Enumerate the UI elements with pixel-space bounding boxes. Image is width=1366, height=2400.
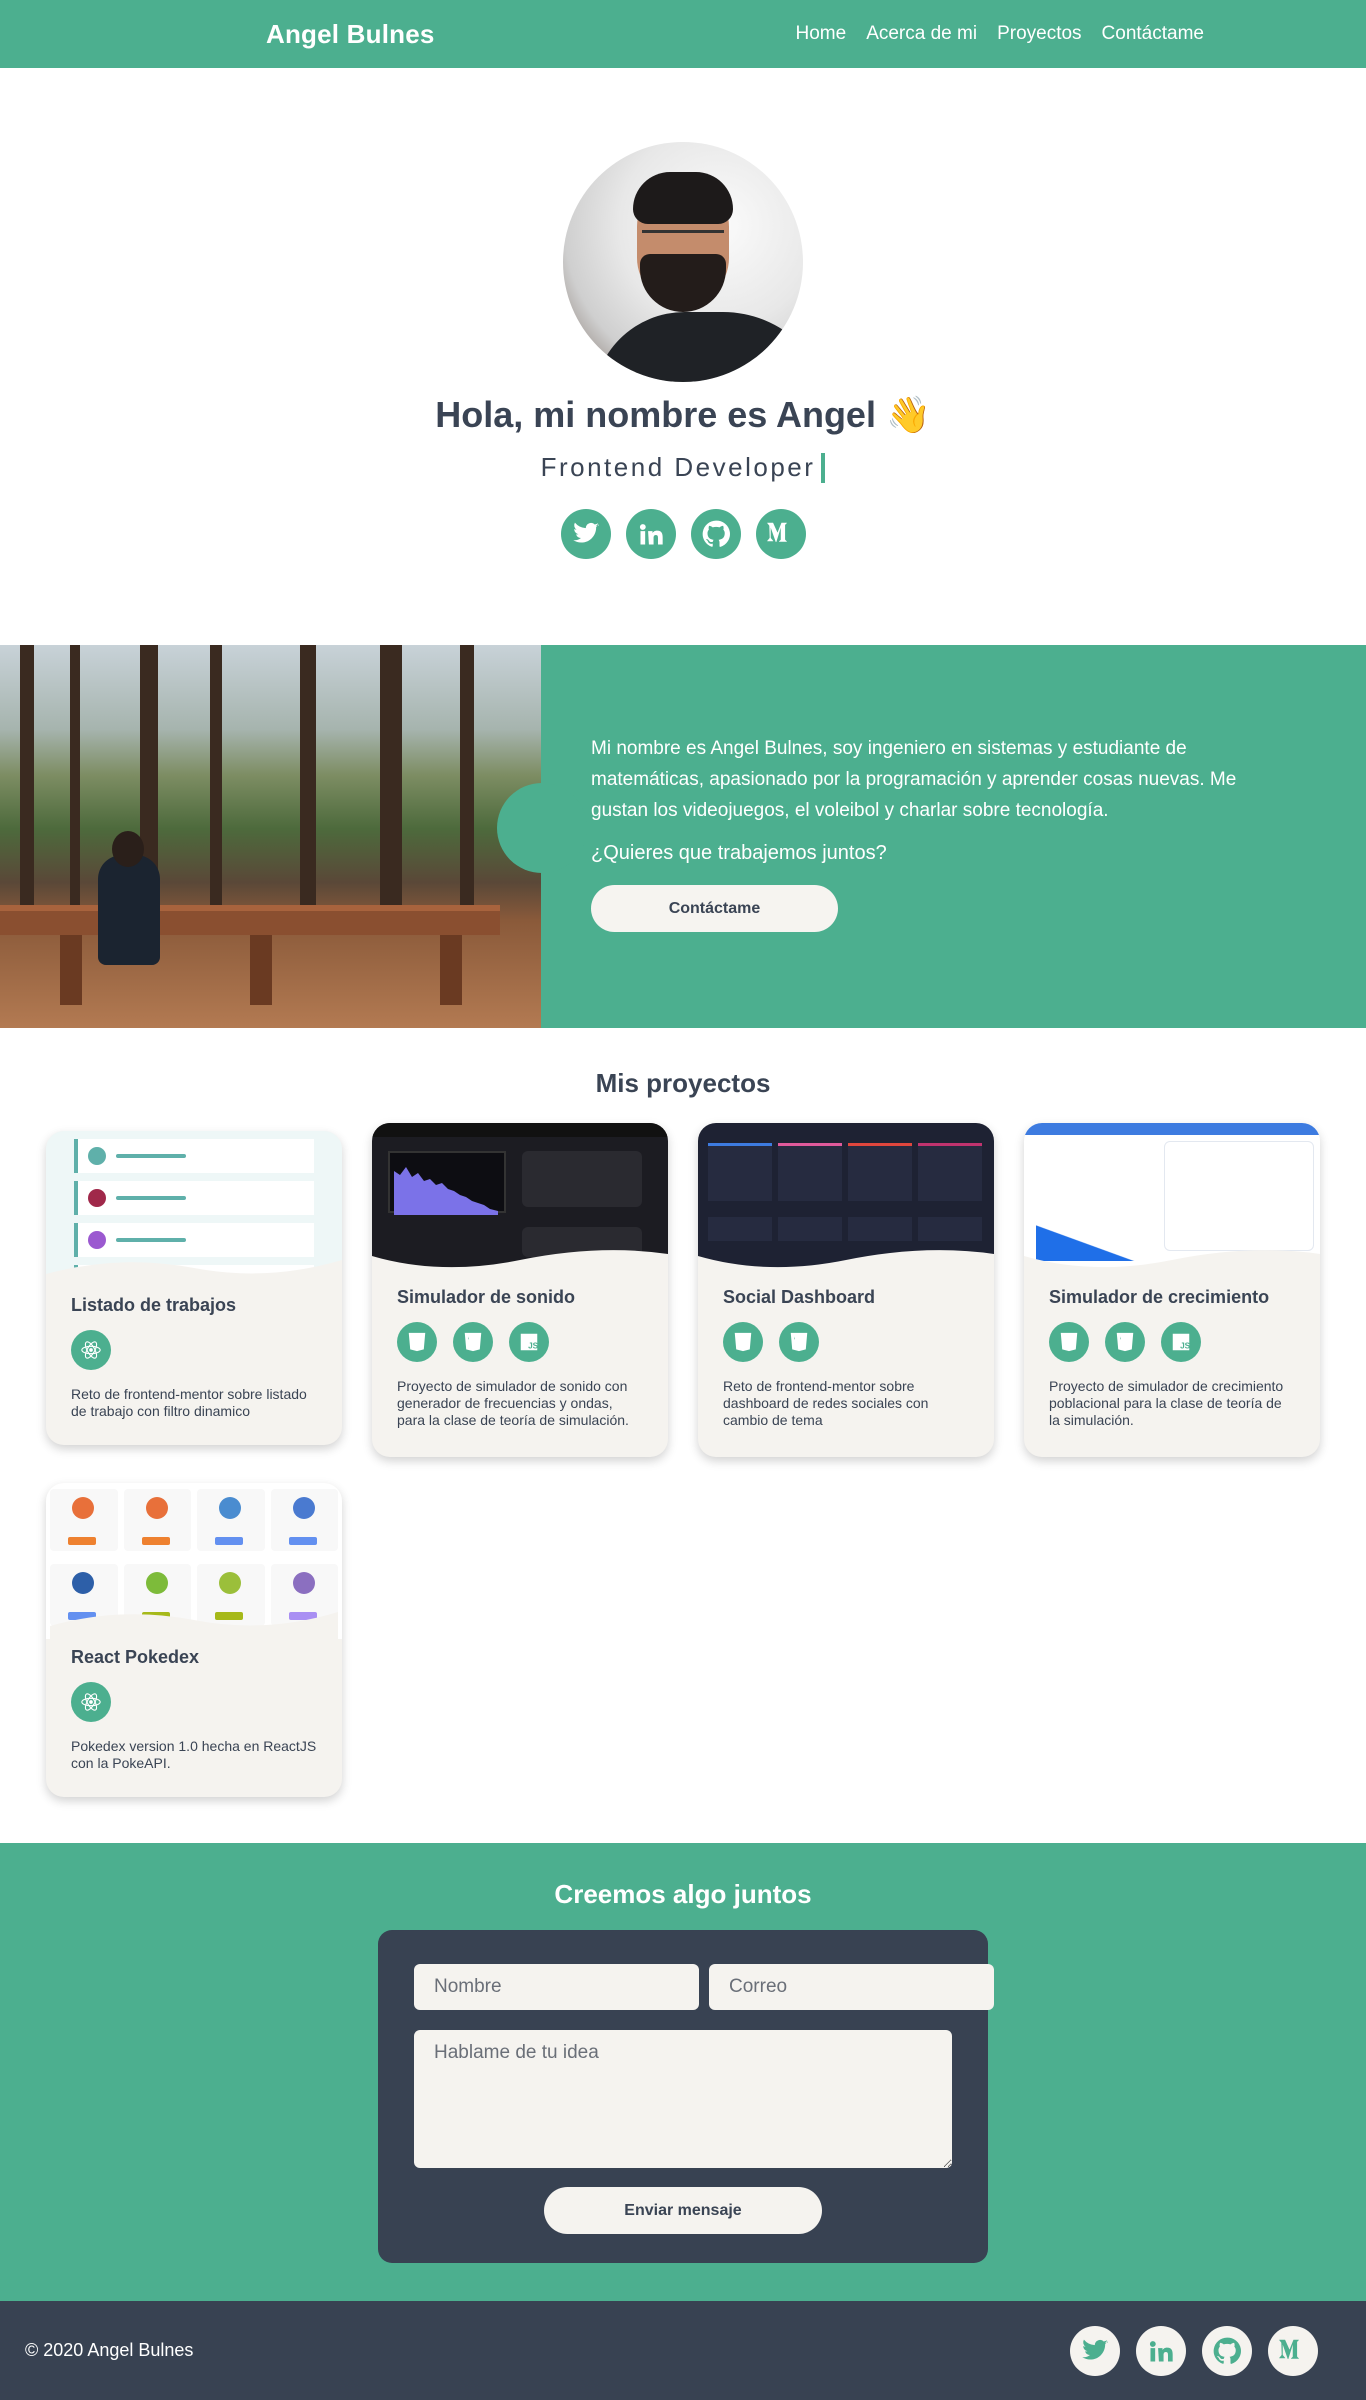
project-title: React Pokedex bbox=[71, 1647, 200, 1667]
project-card-crecimiento[interactable]: Simulador de crecimiento Proyecto de sim… bbox=[1024, 1123, 1320, 1457]
js-icon bbox=[1161, 1322, 1201, 1362]
project-title: Simulador de sonido bbox=[397, 1287, 576, 1307]
profile-avatar bbox=[563, 142, 803, 382]
project-description: Proyecto de simulador de crecimiento pob… bbox=[1049, 1378, 1284, 1428]
html5-icon bbox=[723, 1322, 763, 1362]
about-paragraph: Mi nombre es Angel Bulnes, soy ingeniero… bbox=[591, 738, 1237, 821]
medium-icon[interactable] bbox=[1268, 2325, 1318, 2376]
hero-social-links bbox=[560, 509, 806, 559]
project-thumbnail bbox=[372, 1123, 668, 1279]
html5-icon bbox=[397, 1322, 437, 1362]
brand-logo[interactable]: Angel Bulnes bbox=[266, 19, 435, 50]
project-thumbnail bbox=[46, 1483, 342, 1639]
project-thumbnail bbox=[698, 1123, 994, 1279]
copyright-text: © 2020 Angel Bulnes bbox=[25, 2340, 194, 2360]
projects-title: Mis proyectos bbox=[595, 1068, 771, 1098]
project-description: Reto de frontend-mentor sobre listado de… bbox=[71, 1386, 307, 1419]
projects-section: Mis proyectos Listado de trabajos Reto d… bbox=[0, 1028, 1366, 1843]
tech-icons bbox=[397, 1322, 643, 1362]
about-text: Mi nombre es Angel Bulnes, soy ingeniero… bbox=[541, 645, 1366, 1028]
hero-title: Hola, mi nombre es Angel 👋 bbox=[435, 394, 931, 435]
about-question: ¿Quieres que trabajemos juntos? bbox=[591, 842, 887, 864]
hero-subtitle: Frontend Developer bbox=[541, 452, 826, 483]
project-title: Social Dashboard bbox=[723, 1287, 876, 1307]
contact-form: Enviar mensaje bbox=[378, 1930, 994, 2263]
project-thumbnail bbox=[46, 1131, 342, 1287]
nav-link-contact[interactable]: Contáctame bbox=[1102, 23, 1204, 45]
project-description: Reto de frontend-mentor sobre dashboard … bbox=[723, 1378, 929, 1428]
footer-social-links bbox=[1070, 2325, 1318, 2376]
linkedin-icon[interactable] bbox=[625, 509, 676, 559]
contact-me-button[interactable]: Contáctame bbox=[591, 885, 838, 932]
footer: © 2020 Angel Bulnes bbox=[0, 2301, 1366, 2400]
tech-icons bbox=[71, 1682, 317, 1722]
send-message-button[interactable]: Enviar mensaje bbox=[544, 2187, 822, 2234]
project-thumbnail bbox=[1024, 1123, 1320, 1279]
hero-section: Hola, mi nombre es Angel 👋 Frontend Deve… bbox=[0, 68, 1366, 645]
email-input[interactable] bbox=[709, 1964, 994, 2010]
project-card-pokedex[interactable]: React Pokedex Pokedex version 1.0 hecha … bbox=[46, 1483, 342, 1797]
project-card-listado[interactable]: Listado de trabajos Reto de frontend-men… bbox=[46, 1131, 342, 1445]
nav-link-about[interactable]: Acerca de mi bbox=[866, 23, 977, 45]
react-icon bbox=[71, 1682, 111, 1722]
project-description: Pokedex version 1.0 hecha en ReactJS con… bbox=[71, 1738, 317, 1771]
message-textarea[interactable] bbox=[414, 2030, 952, 2168]
hero-subtitle-text: Frontend Developer bbox=[540, 452, 816, 482]
project-card-dashboard[interactable]: Social Dashboard Reto de frontend-mentor… bbox=[698, 1123, 994, 1457]
project-title: Simulador de crecimiento bbox=[1049, 1287, 1270, 1307]
css3-icon bbox=[779, 1322, 819, 1362]
nav-link-home[interactable]: Home bbox=[796, 23, 847, 45]
tech-icons bbox=[723, 1322, 969, 1362]
css3-icon bbox=[1105, 1322, 1145, 1362]
css3-icon bbox=[453, 1322, 493, 1362]
react-icon bbox=[71, 1330, 111, 1370]
contact-section: Creemos algo juntos Enviar mensaje bbox=[0, 1843, 1366, 2301]
about-photo bbox=[0, 645, 541, 1028]
js-icon bbox=[509, 1322, 549, 1362]
project-card-sonido[interactable]: Simulador de sonido Proyecto de simulado… bbox=[372, 1123, 668, 1457]
github-icon[interactable] bbox=[690, 509, 741, 559]
nav-links: Home Acerca de mi Proyectos Contáctame bbox=[796, 23, 1205, 45]
projects-grid: Listado de trabajos Reto de frontend-men… bbox=[46, 1123, 1320, 1797]
twitter-icon[interactable] bbox=[1070, 2325, 1120, 2376]
top-navbar: Angel Bulnes Home Acerca de mi Proyectos… bbox=[0, 0, 1366, 68]
typing-cursor bbox=[821, 452, 826, 483]
medium-icon[interactable] bbox=[755, 509, 806, 559]
nav-link-projects[interactable]: Proyectos bbox=[997, 23, 1081, 45]
twitter-icon[interactable] bbox=[560, 509, 611, 559]
github-icon[interactable] bbox=[1202, 2325, 1252, 2376]
tech-icons bbox=[71, 1330, 317, 1370]
project-title: Listado de trabajos bbox=[71, 1295, 237, 1315]
contact-title: Creemos algo juntos bbox=[554, 1879, 812, 1909]
about-section: Mi nombre es Angel Bulnes, soy ingeniero… bbox=[0, 645, 1366, 1028]
html5-icon bbox=[1049, 1322, 1089, 1362]
tech-icons bbox=[1049, 1322, 1295, 1362]
name-input[interactable] bbox=[414, 1964, 699, 2010]
linkedin-icon[interactable] bbox=[1136, 2325, 1186, 2376]
project-description: Proyecto de simulador de sonido con gene… bbox=[397, 1378, 629, 1428]
